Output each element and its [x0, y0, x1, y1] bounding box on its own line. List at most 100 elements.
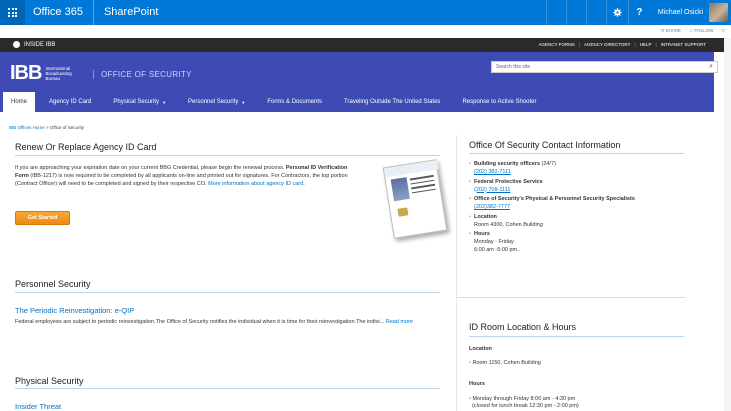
renew-text-part: If you are approaching your expiration d… [15, 165, 286, 171]
separator: | [578, 42, 581, 47]
nav-label: Home [11, 99, 28, 105]
insider-threat-link[interactable]: Insider Threat [15, 402, 61, 411]
contact-suffix: (24/7) [540, 161, 556, 167]
contact-section-title: Office Of Security Contact Information [469, 140, 621, 150]
avatar[interactable] [709, 3, 728, 22]
nav-label: Response to Active Shooter [462, 99, 537, 105]
hours-label: Hours [474, 231, 490, 237]
nav-personnel-security[interactable]: Personnel Security ▼ [176, 92, 255, 112]
user-name[interactable]: Michael Osicki [650, 9, 709, 16]
focus-content-icon[interactable]: ⤧ [721, 29, 725, 34]
top-nav: Home Agency ID Card Physical Security ▼ P… [0, 92, 714, 112]
nav-active-shooter[interactable]: Response to Active Shooter [450, 92, 546, 112]
app-launcher-icon[interactable] [0, 0, 25, 25]
eqip-article-summary: Federal employees are subject to periodi… [15, 318, 452, 326]
section-divider [469, 153, 684, 154]
nav-traveling-outside[interactable]: Traveling Outside The United States [332, 92, 450, 112]
intranet-support-link[interactable]: INTRANET SUPPORT [661, 42, 706, 47]
phone-link[interactable]: (202) 708-1111 [474, 187, 510, 193]
search-placeholder: Search this site [496, 64, 531, 70]
nav-label: Personnel Security [188, 99, 239, 105]
id-room-hours-line: (closed for lunch break 12:30 pm - 2:00 … [472, 403, 579, 409]
site-title[interactable]: OFFICE OF SECURITY [93, 70, 192, 79]
agency-directory-link[interactable]: AGENCY DIRECTORY [584, 42, 631, 47]
blank-suite-slot [585, 0, 606, 25]
follow-label: FOLLOW [694, 28, 714, 33]
chevron-down-icon: ▼ [241, 99, 246, 105]
help-link[interactable]: HELP [640, 42, 652, 47]
breadcrumb-current: Office of Security [49, 125, 85, 130]
phone-link[interactable]: (202) 382-7111 [474, 169, 511, 175]
id-room-section-title: ID Room Location & Hours [469, 322, 577, 332]
search-input[interactable]: Search this site ⌕ [491, 61, 718, 73]
share-button[interactable]: ⟲ SHARE [661, 28, 682, 34]
phone-link[interactable]: (202)382-7777 [474, 204, 510, 210]
star-icon: ☆ [689, 28, 694, 33]
id-card-chip [397, 207, 409, 217]
breadcrumb-home-link[interactable]: IBB Offices Home [9, 125, 45, 130]
site-title-text: OFFICE OF SECURITY [101, 70, 192, 79]
blank-suite-slot [545, 0, 566, 25]
id-room-hours: • Monday through Friday 8:00 am - 4:30 p… [469, 396, 579, 410]
list-item: • Location Room 4300, Cohen Building [469, 213, 689, 229]
eqip-summary-text: Federal employees are subject to periodi… [15, 319, 386, 325]
more-info-id-card-link[interactable]: More information about agency ID card [208, 181, 303, 187]
nav-physical-security[interactable]: Physical Security ▼ [101, 92, 176, 112]
column-divider [456, 135, 457, 411]
search-icon[interactable]: ⌕ [709, 63, 713, 71]
logo-subtitle: International Broadcasting Bureau [45, 65, 72, 81]
nav-forms-documents[interactable]: Forms & Documents [255, 92, 332, 112]
location-label: Location [474, 213, 497, 220]
contact-label: Office of Security's Physical & Personne… [474, 196, 635, 202]
renew-section-title: Renew Or Replace Agency ID Card [15, 142, 157, 152]
hours-days: Monday - Friday [474, 239, 514, 245]
id-room-location-label: Location [469, 346, 492, 352]
id-room-location-value: Room 1150, Cohen Building [472, 360, 541, 366]
site-logo[interactable]: IBB International Broadcasting Bureau [10, 62, 87, 84]
personnel-section-title: Personnel Security [15, 279, 91, 289]
inside-ibb-icon [13, 41, 20, 48]
location-value: Room 4300, Cohen Building [474, 221, 543, 228]
eqip-article-link[interactable]: The Periodic Reinvestigation: e-QIP [15, 306, 134, 315]
id-room-location: • Room 1150, Cohen Building [469, 360, 541, 366]
id-card-image [382, 159, 448, 239]
page-actions-row: ⟲ SHARE ☆ FOLLOW ⤧ [0, 25, 731, 38]
share-icon: ⟲ [660, 28, 665, 33]
follow-button[interactable]: ☆ FOLLOW [689, 28, 713, 34]
list-item: • Office of Security's Physical & Personn… [469, 195, 689, 211]
settings-gear-icon[interactable] [605, 0, 628, 25]
section-divider [15, 155, 440, 156]
physical-section-title: Physical Security [15, 376, 84, 386]
agency-forms-link[interactable]: AGENCY FORMS [538, 42, 574, 47]
global-nav-bar: INSIDE IBB AGENCY FORMS | AGENCY DIRECTOR… [0, 38, 731, 52]
suite-bar: Office 365 SharePoint ? Michael Osicki [0, 0, 731, 25]
list-item: • Hours Monday - Friday 6:00 am -5:00 pm.. [469, 230, 689, 254]
nav-label: Forms & Documents [267, 99, 323, 105]
divider [457, 297, 685, 298]
nav-label: Traveling Outside The United States [344, 99, 441, 105]
nav-agency-id-card[interactable]: Agency ID Card [35, 92, 101, 112]
section-divider [469, 336, 684, 337]
blank-suite-slot [565, 0, 586, 25]
scrollbar[interactable] [724, 38, 731, 411]
contact-list: • Building security officers (24/7) (202) … [469, 160, 689, 256]
id-room-hours-line: Monday through Friday 8:00 am - 4:30 pm [472, 396, 576, 402]
nav-label: Physical Security [113, 99, 160, 105]
contact-label: Building security officers [474, 161, 541, 167]
nav-home[interactable]: Home [3, 92, 36, 112]
inside-ibb-link[interactable]: INSIDE IBB [13, 41, 55, 48]
chevron-down-icon: ▼ [162, 99, 167, 105]
read-more-link[interactable]: Read more [386, 319, 413, 325]
id-card-text-lines [409, 174, 437, 197]
renew-description: If you are approaching your expiration d… [15, 164, 360, 188]
hours-time: 6:00 am -5:00 pm.. [474, 247, 521, 253]
renew-text-part: . [303, 181, 305, 187]
sharepoint-link[interactable]: SharePoint [94, 0, 158, 25]
office365-link[interactable]: Office 365 [25, 0, 94, 25]
logo-text: IBB [10, 62, 42, 84]
contact-label: Federal Protective Service [474, 178, 543, 185]
get-started-button[interactable]: Get Started [15, 211, 70, 225]
help-button[interactable]: ? [627, 0, 650, 25]
id-room-hours-label: Hours [469, 381, 485, 387]
inside-ibb-label: INSIDE IBB [24, 41, 56, 48]
